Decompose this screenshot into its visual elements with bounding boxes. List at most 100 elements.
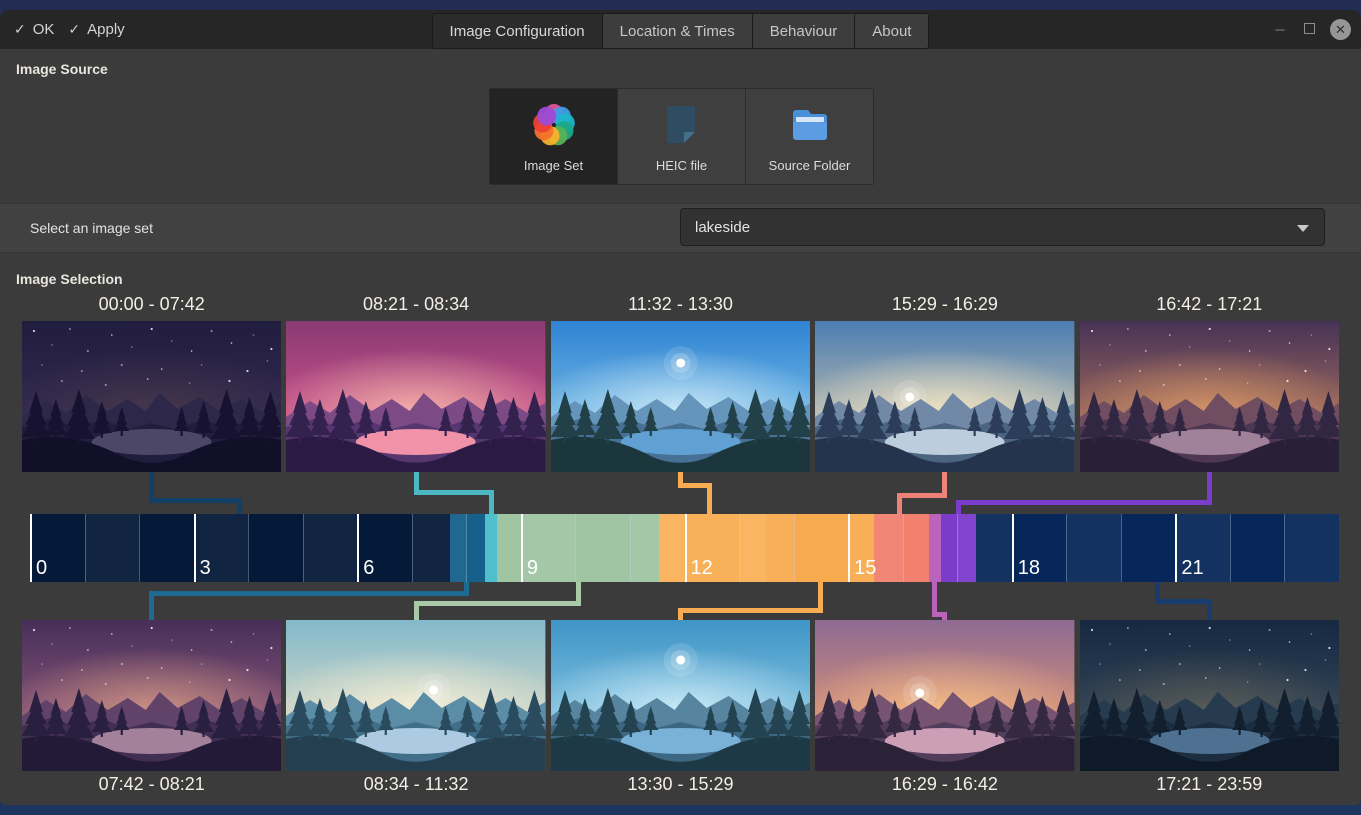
wallpaper-art [286, 321, 545, 472]
wallpaper-thumbnail-bottom-2[interactable] [286, 620, 545, 771]
time-range-label: 00:00 - 07:42 [22, 294, 281, 315]
timeline-hour-tick [903, 514, 904, 582]
timeline-hour-shade [85, 514, 140, 582]
header-bar: ✓ OK ✓ Apply Image Configuration Locatio… [0, 10, 1361, 49]
check-icon: ✓ [68, 21, 80, 38]
tab-about[interactable]: About [854, 14, 928, 48]
source-type-source-folder[interactable]: Source Folder [745, 89, 873, 184]
timeline-connector-line [149, 591, 154, 620]
close-button[interactable]: ✕ [1330, 19, 1351, 40]
connector-zone [0, 582, 1361, 620]
tab-location-times[interactable]: Location & Times [602, 14, 752, 48]
timeline-connector-line [942, 612, 947, 620]
time-range-label: 16:42 - 17:21 [1080, 294, 1339, 315]
apply-button[interactable]: ✓ Apply [68, 21, 124, 38]
time-range-label: 08:34 - 11:32 [286, 774, 545, 795]
timeline-hour-number: 3 [200, 557, 211, 580]
source-type-label: Image Set [524, 158, 583, 173]
image-set-dropdown-value: lakeside [695, 209, 750, 245]
timeline-hour-tick [139, 514, 140, 582]
timeline-hour-number: 6 [363, 557, 374, 580]
timeline-hour-number: 12 [691, 557, 713, 580]
wallpaper-art [1080, 620, 1339, 771]
image-set-dropdown[interactable]: lakeside [680, 208, 1325, 246]
timeline-hour-tick [575, 514, 576, 582]
minimize-button[interactable]: ─ [1272, 22, 1288, 37]
timeline-hour-number: 15 [854, 557, 876, 580]
tab-behaviour[interactable]: Behaviour [752, 14, 855, 48]
wallpaper-thumbnail-bottom-3[interactable] [551, 620, 810, 771]
source-type-group: Image Set HEIC file Source Folder [489, 88, 874, 185]
timeline-hour-tick [357, 514, 359, 582]
window-controls: ─ ✕ [1272, 10, 1351, 49]
timeline-connector-line [489, 490, 494, 514]
ok-button-label: OK [33, 21, 55, 38]
timeline-hour-tick [85, 514, 86, 582]
timeline-connector-line [897, 493, 902, 514]
wallpaper-thumbnail-top-3[interactable] [551, 321, 810, 472]
timeline-hour-tick [794, 514, 795, 582]
timeline-hour-tick [630, 514, 631, 582]
timeline-connector-line [1207, 599, 1212, 620]
source-type-label: HEIC file [656, 158, 707, 173]
timeline-connector-line [956, 500, 1212, 505]
timeline-segment [485, 514, 497, 582]
timeline-connector-line [678, 608, 683, 620]
timeline-hour-number: 18 [1018, 557, 1040, 580]
time-range-label: 08:21 - 08:34 [286, 294, 545, 315]
wallpaper-art [22, 321, 281, 472]
wallpaper-thumbnail-top-2[interactable] [286, 321, 545, 472]
wallpaper-thumbnail-top-5[interactable] [1080, 321, 1339, 472]
timeline-connector-line [678, 608, 823, 613]
time-range-label: 13:30 - 15:29 [551, 774, 810, 795]
day-timeline: 036912151821 [30, 514, 1339, 582]
wallpaper-art [551, 620, 810, 771]
timeline-hour-tick [848, 514, 850, 582]
timeline-hour-tick [1284, 514, 1285, 582]
maximize-button[interactable] [1301, 22, 1317, 37]
wallpaper-thumbnail-top-4[interactable] [815, 321, 1074, 472]
timeline-hour-shade [303, 514, 358, 582]
timeline-hour-shade [1066, 514, 1121, 582]
timeline-hour-shade [630, 514, 685, 582]
timeline-connector-line [414, 601, 419, 620]
timeline-hour-tick [30, 514, 32, 582]
timeline-hour-number: 0 [36, 557, 47, 580]
timeline-hour-tick [685, 514, 687, 582]
tab-image-configuration[interactable]: Image Configuration [433, 14, 602, 48]
heic-file-icon [658, 101, 706, 149]
timeline-hour-tick [957, 514, 958, 582]
timeline-hour-tick [248, 514, 249, 582]
timeline-hour-tick [739, 514, 740, 582]
timeline-hour-tick [194, 514, 196, 582]
wallpaper-thumbnail-bottom-5[interactable] [1080, 620, 1339, 771]
check-icon: ✓ [14, 21, 26, 38]
ok-button[interactable]: ✓ OK [14, 21, 54, 38]
wallpaper-thumbnail-bottom-4[interactable] [815, 620, 1074, 771]
wallpaper-art [551, 321, 810, 472]
timeline-hour-number: 21 [1181, 557, 1203, 580]
wallpaper-art [815, 620, 1074, 771]
wallpaper-thumbnail-top-1[interactable] [22, 321, 281, 472]
source-type-heic-file[interactable]: HEIC file [617, 89, 745, 184]
source-type-label: Source Folder [769, 158, 851, 173]
source-type-image-set[interactable]: Image Set [490, 89, 617, 184]
app-window: ✓ OK ✓ Apply Image Configuration Locatio… [0, 10, 1361, 805]
time-range-label: 17:21 - 23:59 [1080, 774, 1339, 795]
image-source-title: Image Source [16, 61, 108, 77]
timeline-connector-line [1155, 599, 1212, 604]
time-range-label: 16:29 - 16:42 [815, 774, 1074, 795]
image-set-select-label: Select an image set [30, 204, 153, 252]
timeline-connector-line [237, 498, 242, 514]
timeline-connector-line [414, 601, 581, 606]
image-selection-title: Image Selection [16, 271, 123, 287]
timeline-connector-line [414, 490, 494, 495]
wallpaper-thumbnail-bottom-1[interactable] [22, 620, 281, 771]
time-range-label: 15:29 - 16:29 [815, 294, 1074, 315]
source-folder-icon [786, 101, 834, 149]
timeline-connector-line [956, 500, 961, 514]
timeline-hour-tick [412, 514, 413, 582]
wallpaper-art [286, 620, 545, 771]
timeline-connector-line [707, 483, 712, 514]
timeline-connector-line [897, 493, 947, 498]
